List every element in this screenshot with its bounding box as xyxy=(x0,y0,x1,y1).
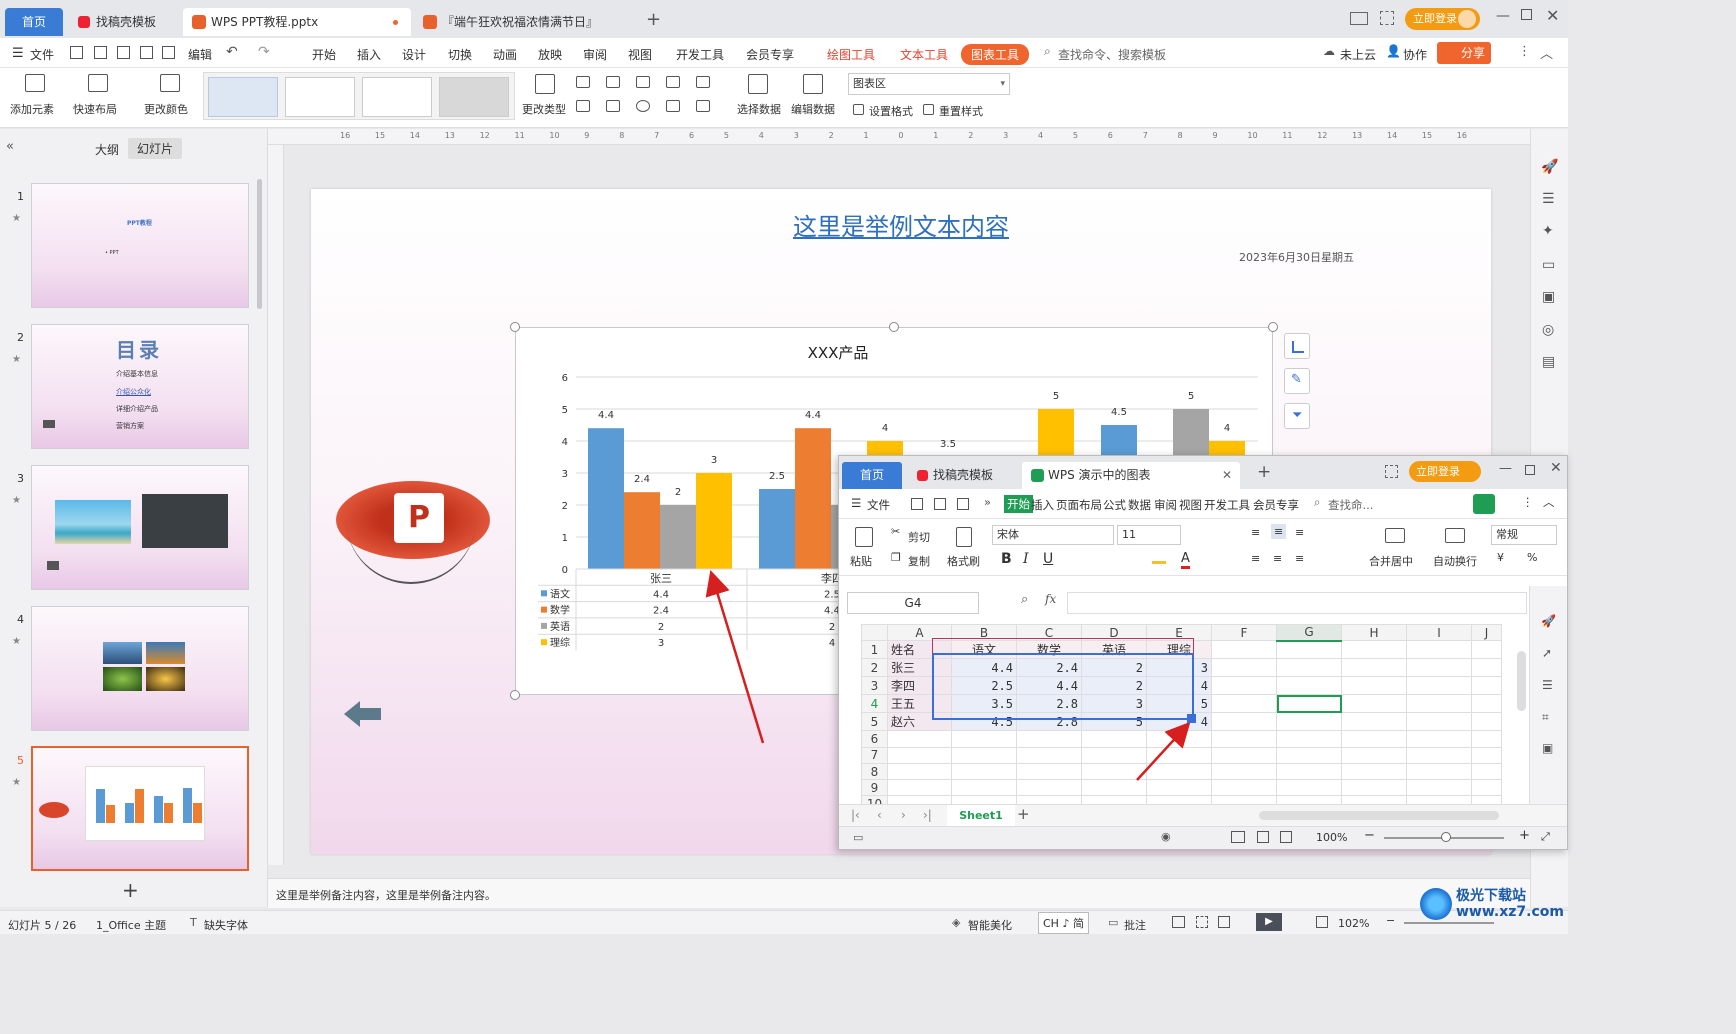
annotation-arrows xyxy=(705,570,1191,781)
annotation-arrow-range xyxy=(1136,721,1191,781)
reading-view-icon[interactable] xyxy=(1218,916,1230,928)
theme-name[interactable]: 1_Office 主题 xyxy=(96,917,166,933)
zoom-out-icon[interactable]: − xyxy=(1386,914,1395,927)
slide-position: 幻灯片 5 / 26 xyxy=(8,919,77,932)
watermark-text: 极光下载站 www.xz7.com xyxy=(1456,888,1564,920)
annotation-arrow-chart xyxy=(705,570,765,744)
range-resize-handle[interactable] xyxy=(1187,714,1196,723)
comment-icon[interactable]: ▭ xyxy=(1108,916,1118,929)
ime-indicator[interactable]: CH ♪ 简 xyxy=(1038,912,1089,934)
watermark-logo-icon xyxy=(1420,888,1452,920)
missing-font-button[interactable]: 缺失字体 xyxy=(204,917,248,933)
comment-button[interactable]: 批注 xyxy=(1124,917,1146,933)
status-bar: 幻灯片 5 / 26 1_Office 主题 T 缺失字体 ◈ 智能美化 CH … xyxy=(0,910,1568,934)
series-range-border xyxy=(932,638,1194,654)
normal-view-icon[interactable] xyxy=(1172,916,1185,928)
missing-font-icon[interactable]: T xyxy=(190,916,197,929)
smart-beautify-button[interactable]: 智能美化 xyxy=(968,917,1012,933)
data-range-selection[interactable] xyxy=(932,653,1194,720)
fit-window-icon[interactable] xyxy=(1316,916,1328,928)
watermark: 极光下载站 www.xz7.com xyxy=(1420,884,1566,928)
zoom-level[interactable]: 102% xyxy=(1338,917,1369,930)
sorter-view-icon[interactable] xyxy=(1196,916,1208,928)
smart-beautify-icon[interactable]: ◈ xyxy=(952,916,960,929)
play-button[interactable]: ▶ xyxy=(1256,913,1282,931)
